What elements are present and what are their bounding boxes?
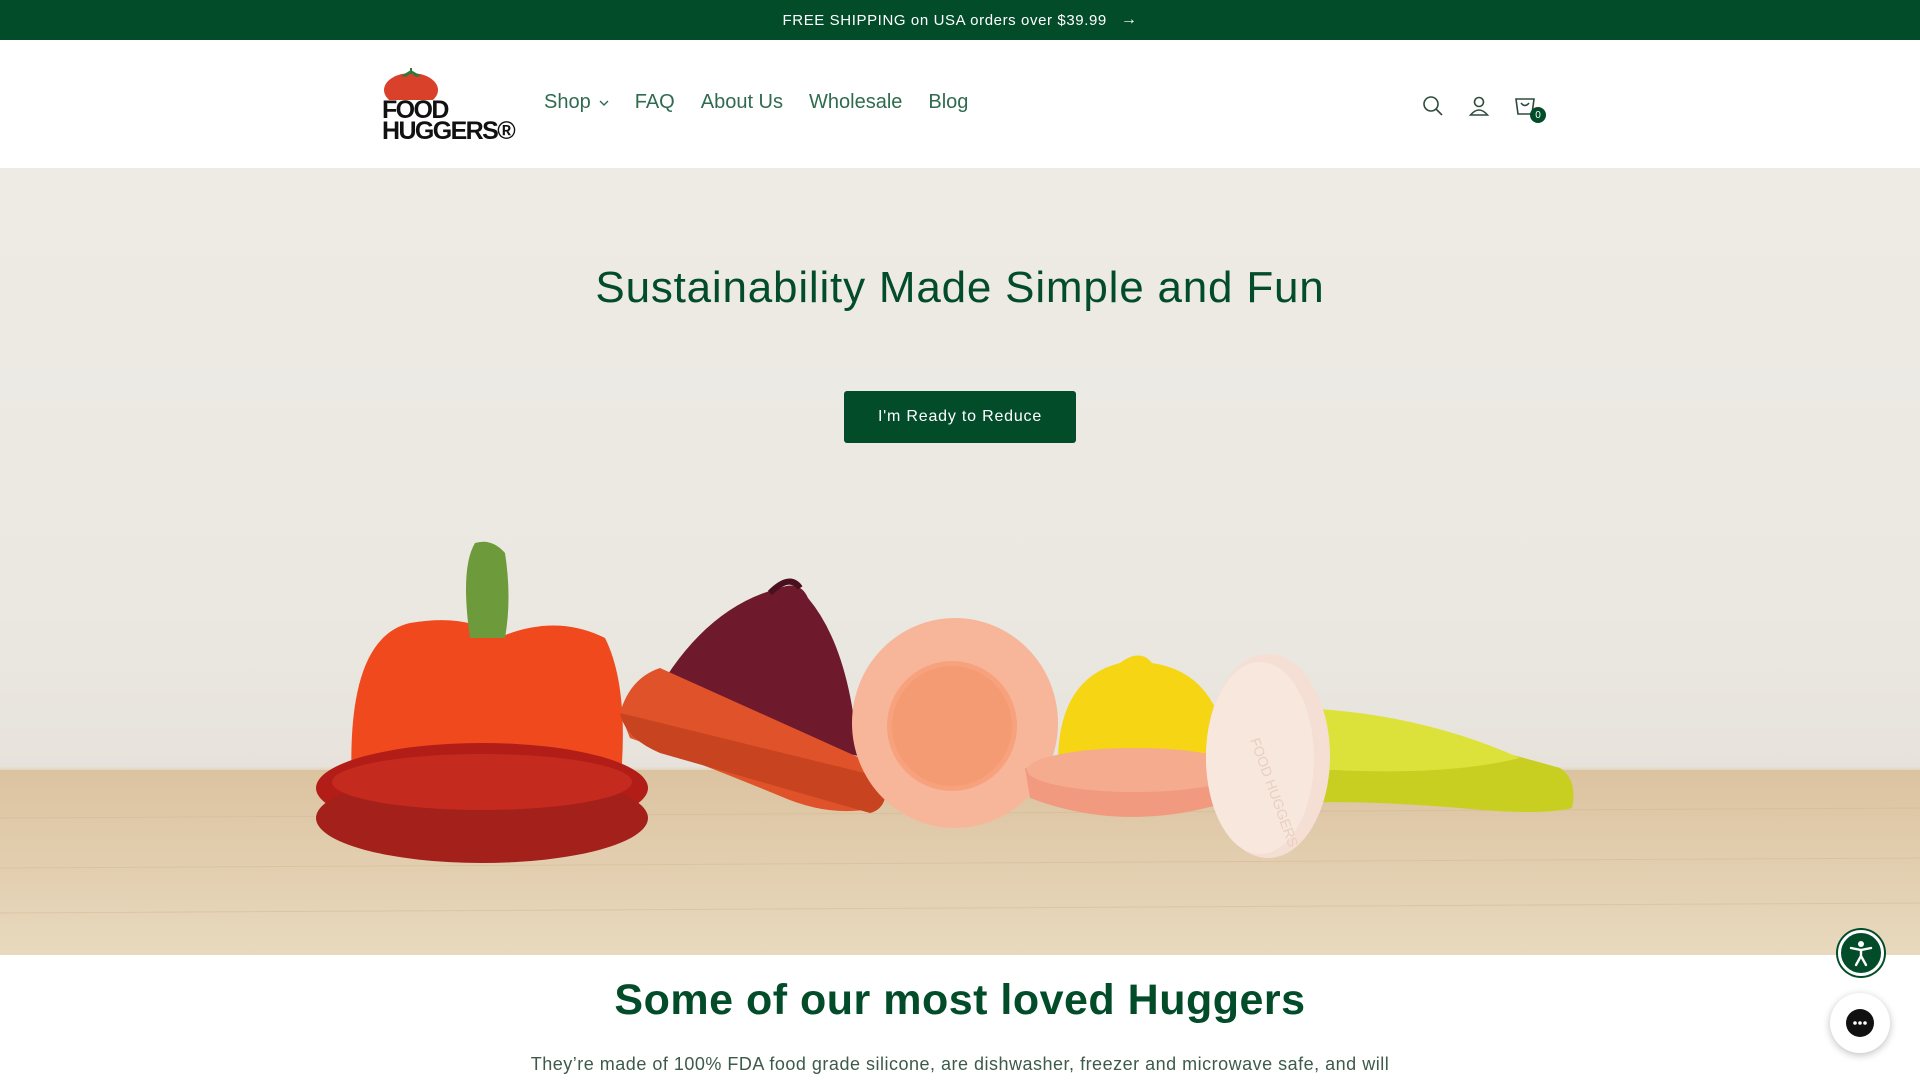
bell-pepper [316,541,648,863]
arrow-right-icon[interactable]: → [1121,11,1138,29]
search-icon[interactable] [1421,94,1445,118]
loved-huggers-title: Some of our most loved Huggers [614,976,1306,1024]
loved-huggers-description: They’re made of 100% FDA food grade sili… [530,1054,1390,1074]
announcement-text[interactable]: FREE SHIPPING on USA orders over $39.99 [783,12,1107,29]
accessibility-icon[interactable] [1846,938,1876,968]
main-nav: Shop FAQ About Us Wholesale Blog [544,91,994,114]
header-icons: 0 [1418,91,1556,123]
chat-icon[interactable] [1846,1009,1874,1037]
nav-item-wholesale[interactable]: Wholesale [809,91,902,114]
account-button[interactable] [1464,91,1494,121]
accessibility-button[interactable] [1838,930,1884,976]
cart-button[interactable]: 0 [1510,91,1546,123]
nav-item-label[interactable]: FAQ [635,91,675,114]
nav-item-about-us[interactable]: About Us [701,91,783,114]
peach-hugger [852,618,1058,828]
account-icon[interactable] [1467,94,1491,118]
nav-item-blog[interactable]: Blog [928,91,968,114]
nav-item-shop[interactable]: Shop [544,91,609,114]
nav-item-label[interactable]: About Us [701,91,783,114]
announcement-bar[interactable]: FREE SHIPPING on USA orders over $39.99 … [0,0,1920,40]
food-huggers-logo[interactable]: FOOD HUGGERS® [380,68,516,144]
logo-text-line2: HUGGERS® [382,117,516,145]
cart-count-badge: 0 [1530,107,1546,123]
nav-item-label[interactable]: Blog [928,91,968,114]
ready-to-reduce-button[interactable]: I'm Ready to Reduce [844,391,1076,443]
search-button[interactable] [1418,91,1448,121]
nav-item-label[interactable]: Shop [544,91,591,114]
chevron-down-icon[interactable] [599,98,609,108]
hero-banner: FOOD HUGGERS Sustainability Made Simple … [0,168,1920,955]
site-header: FOOD HUGGERS® Shop FAQ About Us Wholesal… [0,40,1920,168]
nav-item-faq[interactable]: FAQ [635,91,675,114]
hero-title: Sustainability Made Simple and Fun [595,263,1325,312]
nav-item-label[interactable]: Wholesale [809,91,902,114]
chat-button[interactable] [1830,993,1890,1053]
